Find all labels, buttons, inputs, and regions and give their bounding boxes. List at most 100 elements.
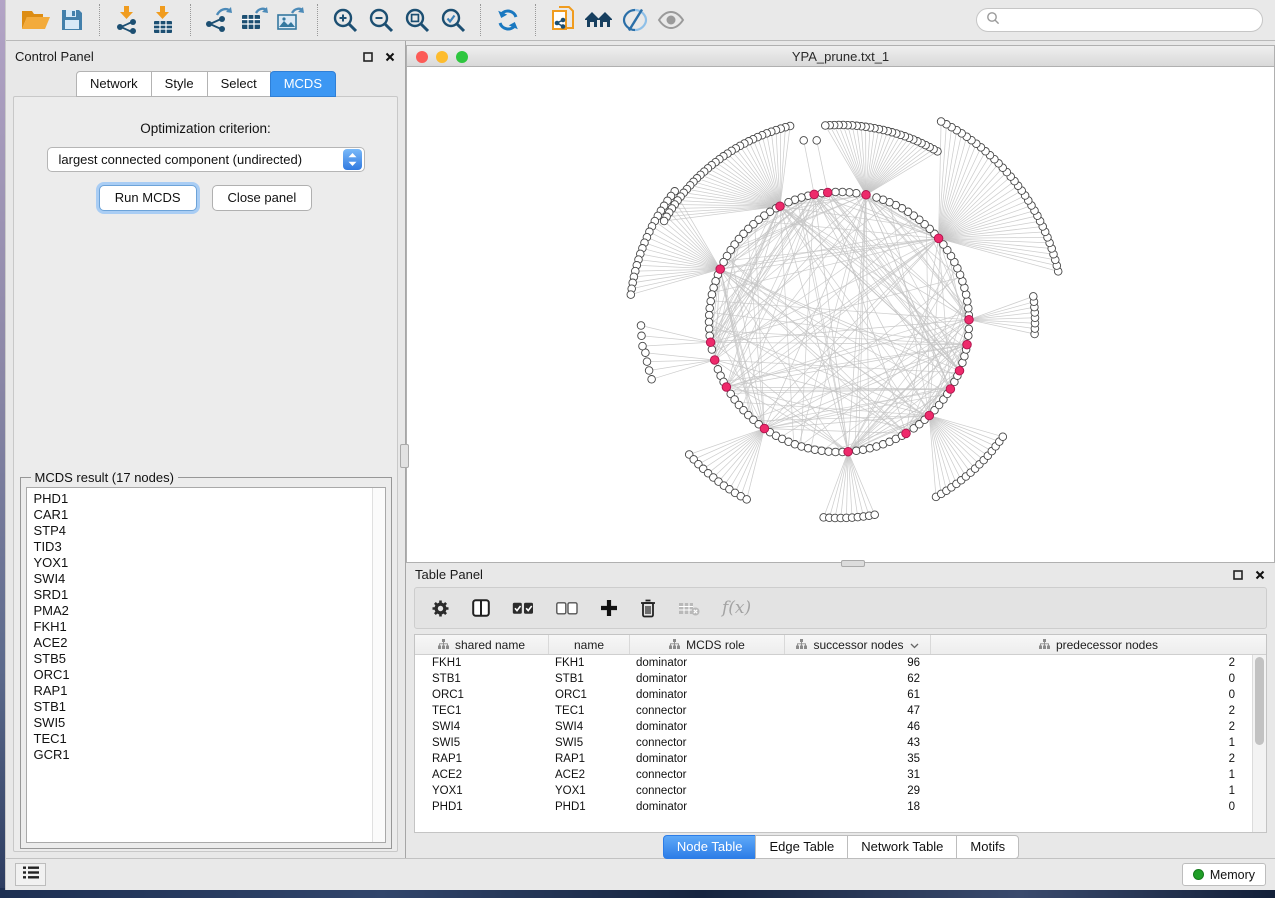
cell-successor-nodes: 46 — [785, 721, 931, 733]
search-field[interactable] — [1005, 13, 1253, 27]
result-item[interactable]: YOX1 — [34, 555, 365, 571]
gear-icon[interactable] — [431, 599, 450, 618]
network-window-titlebar[interactable]: YPA_prune.txt_1 — [406, 45, 1275, 67]
float-panel-icon[interactable] — [361, 50, 374, 63]
column-header-name[interactable]: name — [549, 635, 630, 654]
column-header-predecessor-nodes[interactable]: predecessor nodes — [931, 635, 1266, 654]
run-mcds-button[interactable]: Run MCDS — [99, 185, 197, 211]
add-icon[interactable] — [600, 599, 618, 617]
cell-name: RAP1 — [549, 753, 630, 765]
table-row[interactable]: STB1STB1dominator620 — [415, 671, 1266, 687]
import-table-icon[interactable] — [145, 4, 181, 36]
result-item[interactable]: ORC1 — [34, 667, 365, 683]
result-item[interactable]: ACE2 — [34, 635, 365, 651]
result-item[interactable]: STB5 — [34, 651, 365, 667]
table-scrollbar[interactable] — [1252, 655, 1266, 832]
result-item[interactable]: SWI4 — [34, 571, 365, 587]
cell-name: ACE2 — [549, 769, 630, 781]
close-panel-button[interactable]: Close panel — [212, 185, 313, 211]
tab-style[interactable]: Style — [151, 71, 208, 97]
tab-network[interactable]: Network — [76, 71, 152, 97]
toolbar-separator — [99, 4, 100, 36]
open-folder-icon[interactable] — [18, 4, 54, 36]
horizontal-splitter-handle[interactable] — [841, 560, 865, 567]
table-scrollbar-thumb[interactable] — [1255, 657, 1264, 745]
copy-network-document-icon[interactable] — [545, 4, 581, 36]
float-panel-icon[interactable] — [1231, 568, 1244, 581]
cell-predecessor-nodes: 0 — [931, 801, 1246, 813]
result-item[interactable]: GCR1 — [34, 747, 365, 763]
toolbar-separator — [480, 4, 481, 36]
result-item[interactable]: FKH1 — [34, 619, 365, 635]
cell-shared-name: YOX1 — [415, 785, 549, 797]
zoom-in-icon[interactable] — [327, 4, 363, 36]
delete-icon[interactable] — [640, 599, 656, 618]
save-icon[interactable] — [54, 4, 90, 36]
network-graph[interactable] — [407, 67, 1269, 561]
table-row[interactable]: YOX1YOX1connector291 — [415, 783, 1266, 799]
close-panel-icon[interactable] — [1253, 568, 1266, 581]
table-row[interactable]: SWI5SWI5connector431 — [415, 735, 1266, 751]
unselect-all-icon[interactable] — [556, 602, 578, 615]
refresh-icon[interactable] — [490, 4, 526, 36]
table-row[interactable]: FKH1FKH1dominator962 — [415, 655, 1266, 671]
result-list-scrollbar[interactable] — [372, 488, 385, 842]
close-panel-icon[interactable] — [383, 50, 396, 63]
window-maximize-icon[interactable] — [456, 51, 468, 63]
memory-button[interactable]: Memory — [1182, 863, 1266, 886]
result-item[interactable]: CAR1 — [34, 507, 365, 523]
table-body[interactable]: FKH1FKH1dominator962STB1STB1dominator620… — [415, 655, 1266, 832]
tab-node-table[interactable]: Node Table — [663, 835, 757, 859]
result-item[interactable]: RAP1 — [34, 683, 365, 699]
result-item[interactable]: TEC1 — [34, 731, 365, 747]
eye-icon[interactable] — [653, 4, 689, 36]
export-image-icon[interactable] — [272, 4, 308, 36]
column-header-successor-nodes[interactable]: successor nodes — [785, 635, 931, 654]
table-row[interactable]: RAP1RAP1dominator352 — [415, 751, 1266, 767]
table-row[interactable]: PHD1PHD1dominator180 — [415, 799, 1266, 815]
zoom-fit-icon[interactable] — [399, 4, 435, 36]
sort-descending-icon — [910, 638, 919, 652]
tab-motifs[interactable]: Motifs — [956, 835, 1019, 859]
result-item[interactable]: STB1 — [34, 699, 365, 715]
window-minimize-icon[interactable] — [436, 51, 448, 63]
column-header-MCDS-role[interactable]: MCDS role — [630, 635, 785, 654]
mcds-result-list[interactable]: PHD1CAR1STP4TID3YOX1SWI4SRD1PMA2FKH1ACE2… — [26, 487, 386, 843]
result-item[interactable]: SWI5 — [34, 715, 365, 731]
sitemap-icon — [796, 638, 807, 652]
tab-network-table[interactable]: Network Table — [847, 835, 957, 859]
mcds-result-group: MCDS result (17 nodes) PHD1CAR1STP4TID3Y… — [20, 477, 392, 849]
network-canvas[interactable] — [406, 67, 1275, 563]
export-table-icon[interactable] — [236, 4, 272, 36]
tab-select[interactable]: Select — [207, 71, 271, 97]
cell-shared-name: STB1 — [415, 673, 549, 685]
table-row[interactable]: ORC1ORC1dominator610 — [415, 687, 1266, 703]
table-row[interactable]: SWI4SWI4dominator462 — [415, 719, 1266, 735]
houses-icon[interactable] — [581, 4, 617, 36]
import-network-icon[interactable] — [109, 4, 145, 36]
result-item[interactable]: PHD1 — [34, 491, 365, 507]
column-header-shared-name[interactable]: shared name — [415, 635, 549, 654]
window-close-icon[interactable] — [416, 51, 428, 63]
columns-icon[interactable] — [472, 599, 490, 617]
hide-details-icon[interactable] — [617, 4, 653, 36]
vertical-splitter-handle[interactable] — [400, 444, 409, 468]
tab-edge-table[interactable]: Edge Table — [755, 835, 848, 859]
zoom-out-icon[interactable] — [363, 4, 399, 36]
tab-mcds[interactable]: MCDS — [270, 71, 336, 97]
table-row[interactable]: TEC1TEC1connector472 — [415, 703, 1266, 719]
result-item[interactable]: STP4 — [34, 523, 365, 539]
zoom-selected-icon[interactable] — [435, 4, 471, 36]
criterion-select[interactable]: largest connected component (undirected) — [47, 147, 365, 172]
result-item[interactable]: SRD1 — [34, 587, 365, 603]
export-network-icon[interactable] — [200, 4, 236, 36]
cell-predecessor-nodes: 0 — [931, 689, 1246, 701]
table-row[interactable]: ACE2ACE2connector311 — [415, 767, 1266, 783]
select-all-icon[interactable] — [512, 602, 534, 615]
result-item[interactable]: PMA2 — [34, 603, 365, 619]
cell-name: FKH1 — [549, 657, 630, 669]
result-item[interactable]: TID3 — [34, 539, 365, 555]
log-console-button[interactable] — [15, 863, 46, 886]
search-input[interactable] — [976, 8, 1263, 32]
cell-shared-name: ACE2 — [415, 769, 549, 781]
